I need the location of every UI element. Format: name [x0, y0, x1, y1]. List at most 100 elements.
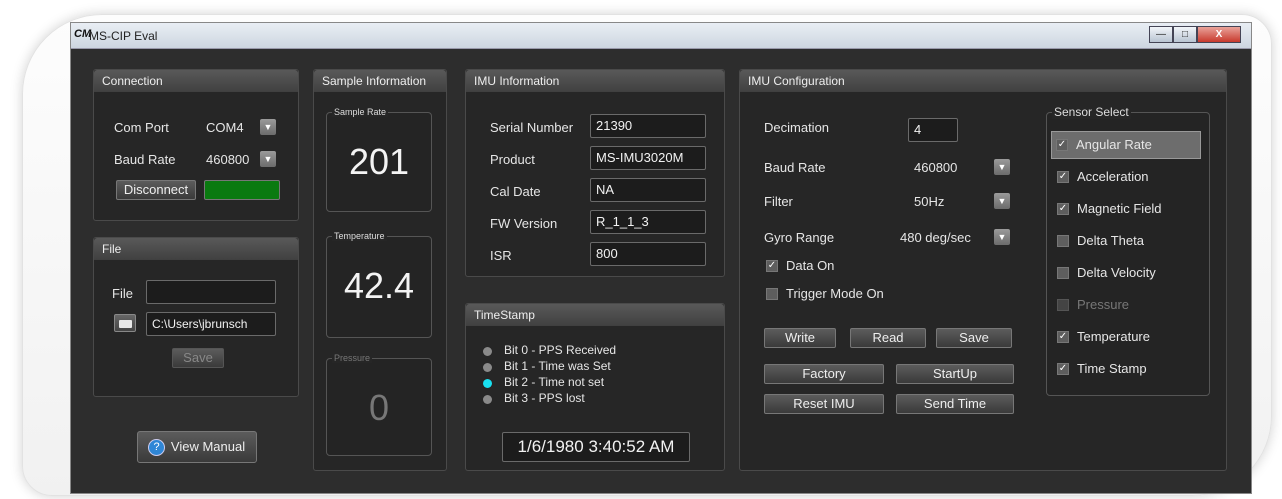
- delta-velocity-checkbox[interactable]: [1057, 267, 1069, 279]
- title-bar[interactable]: CM MS-CIP Eval — □ X: [71, 23, 1251, 49]
- pressure-label: Pressure: [332, 353, 373, 363]
- angular-rate-checkbox[interactable]: ✓: [1056, 139, 1068, 151]
- temperature-value: 42.4: [343, 265, 415, 306]
- fw-version-field: R_1_1_3: [590, 210, 706, 234]
- decimation-input[interactable]: 4: [908, 118, 958, 142]
- filter-label: Filter: [764, 194, 793, 209]
- sample-rate-label: Sample Rate: [332, 107, 389, 117]
- file-panel: File File C:\Users\jbrunsch Save: [93, 237, 299, 397]
- config-baud-rate-value[interactable]: 460800: [914, 160, 957, 175]
- filter-value[interactable]: 50Hz: [914, 194, 944, 209]
- maximize-button[interactable]: □: [1173, 26, 1197, 43]
- delta-theta-label: Delta Theta: [1077, 233, 1144, 248]
- help-icon: ?: [148, 439, 165, 456]
- temperature-checkbox[interactable]: ✓: [1057, 331, 1069, 343]
- imu-configuration-header: IMU Configuration: [740, 70, 1226, 92]
- timestamp-datetime: 1/6/1980 3:40:52 AM: [502, 432, 690, 462]
- serial-number-label: Serial Number: [490, 120, 574, 135]
- window-body: Connection Com Port COM4 ▼ Baud Rate 460…: [71, 49, 1251, 493]
- acceleration-label: Acceleration: [1077, 169, 1149, 184]
- connection-panel: Connection Com Port COM4 ▼ Baud Rate 460…: [93, 69, 299, 221]
- bit0-indicator-icon: [483, 347, 492, 356]
- isr-label: ISR: [490, 248, 512, 263]
- config-baud-rate-dropdown-icon[interactable]: ▼: [994, 159, 1010, 175]
- window-title: MS-CIP Eval: [89, 29, 158, 43]
- app-window: CM MS-CIP Eval — □ X Connection Com Port…: [70, 22, 1252, 494]
- bit0-label: Bit 0 - PPS Received: [504, 343, 617, 357]
- magnetic-field-label: Magnetic Field: [1077, 201, 1162, 216]
- sample-rate-value: 201: [348, 141, 410, 182]
- time-stamp-label: Time Stamp: [1077, 361, 1147, 376]
- sample-rate-box: Sample Rate 201: [326, 107, 432, 212]
- timestamp-header: TimeStamp: [466, 304, 724, 326]
- imu-information-panel: IMU Information Serial Number 21390 Prod…: [465, 69, 725, 277]
- temperature-box: Temperature 42.4: [326, 231, 432, 338]
- isr-field: 800: [590, 242, 706, 266]
- reset-imu-button[interactable]: Reset IMU: [764, 394, 884, 414]
- sensor-select-group: Sensor Select ✓ Angular Rate ✓ Accelerat…: [1046, 105, 1210, 396]
- file-path-input[interactable]: C:\Users\jbrunsch: [146, 312, 276, 336]
- factory-button[interactable]: Factory: [764, 364, 884, 384]
- filter-dropdown-icon[interactable]: ▼: [994, 193, 1010, 209]
- gyro-range-value[interactable]: 480 deg/sec: [900, 230, 971, 245]
- baud-rate-label: Baud Rate: [114, 152, 176, 167]
- bit2-indicator-icon: [483, 379, 492, 388]
- data-on-checkbox[interactable]: ✓: [766, 260, 778, 272]
- gyro-range-label: Gyro Range: [764, 230, 835, 245]
- delta-velocity-label: Delta Velocity: [1077, 265, 1156, 280]
- minimize-button[interactable]: —: [1149, 26, 1173, 43]
- config-baud-rate-label: Baud Rate: [764, 160, 826, 175]
- sample-information-panel: Sample Information Sample Rate 201 Tempe…: [313, 69, 447, 471]
- pressure-value: 0: [368, 387, 390, 428]
- trigger-mode-label: Trigger Mode On: [786, 286, 884, 301]
- temperature-label: Temperature: [332, 231, 387, 241]
- bit1-label: Bit 1 - Time was Set: [504, 359, 611, 373]
- angular-rate-label: Angular Rate: [1076, 137, 1152, 152]
- com-port-dropdown-icon[interactable]: ▼: [260, 119, 276, 135]
- sensor-item-angular-rate[interactable]: ✓ Angular Rate: [1051, 131, 1201, 159]
- disconnect-button[interactable]: Disconnect: [116, 180, 196, 200]
- decimation-label: Decimation: [764, 120, 830, 135]
- baud-rate-dropdown-icon[interactable]: ▼: [260, 151, 276, 167]
- timestamp-panel: TimeStamp Bit 0 - PPS Received Bit 1 - T…: [465, 303, 725, 471]
- magnetic-field-checkbox[interactable]: ✓: [1057, 203, 1069, 215]
- file-label: File: [112, 286, 133, 301]
- imu-information-header: IMU Information: [466, 70, 724, 92]
- baud-rate-value[interactable]: 460800: [206, 152, 249, 167]
- delta-theta-checkbox[interactable]: [1057, 235, 1069, 247]
- file-save-button[interactable]: Save: [172, 348, 224, 368]
- bit3-label: Bit 3 - PPS lost: [504, 391, 585, 405]
- bit3-indicator-icon: [483, 395, 492, 404]
- window-controls: — □ X: [1149, 26, 1241, 43]
- cal-date-label: Cal Date: [490, 184, 541, 199]
- time-stamp-checkbox[interactable]: ✓: [1057, 363, 1069, 375]
- product-field: MS-IMU3020M: [590, 146, 706, 170]
- pressure-checkbox[interactable]: [1057, 299, 1069, 311]
- fw-version-label: FW Version: [490, 216, 558, 231]
- data-on-label: Data On: [786, 258, 835, 273]
- bit1-indicator-icon: [483, 363, 492, 372]
- file-header: File: [94, 238, 298, 260]
- cal-date-field: NA: [590, 178, 706, 202]
- read-button[interactable]: Read: [850, 328, 926, 348]
- view-manual-button[interactable]: ? View Manual: [137, 431, 257, 463]
- pressure-box: Pressure 0: [326, 353, 432, 456]
- close-button[interactable]: X: [1197, 26, 1241, 43]
- imu-configuration-panel: IMU Configuration Decimation 4 Baud Rate…: [739, 69, 1227, 471]
- com-port-label: Com Port: [114, 120, 169, 135]
- view-manual-label: View Manual: [170, 439, 246, 454]
- write-button[interactable]: Write: [764, 328, 836, 348]
- send-time-button[interactable]: Send Time: [896, 394, 1014, 414]
- bit2-label: Bit 2 - Time not set: [504, 375, 605, 389]
- gyro-range-dropdown-icon[interactable]: ▼: [994, 229, 1010, 245]
- folder-icon[interactable]: [114, 314, 136, 332]
- product-label: Product: [490, 152, 535, 167]
- file-input[interactable]: [146, 280, 276, 304]
- config-save-button[interactable]: Save: [936, 328, 1012, 348]
- serial-number-field: 21390: [590, 114, 706, 138]
- startup-button[interactable]: StartUp: [896, 364, 1014, 384]
- com-port-value[interactable]: COM4: [206, 120, 244, 135]
- sample-information-header: Sample Information: [314, 70, 446, 92]
- trigger-mode-checkbox[interactable]: [766, 288, 778, 300]
- acceleration-checkbox[interactable]: ✓: [1057, 171, 1069, 183]
